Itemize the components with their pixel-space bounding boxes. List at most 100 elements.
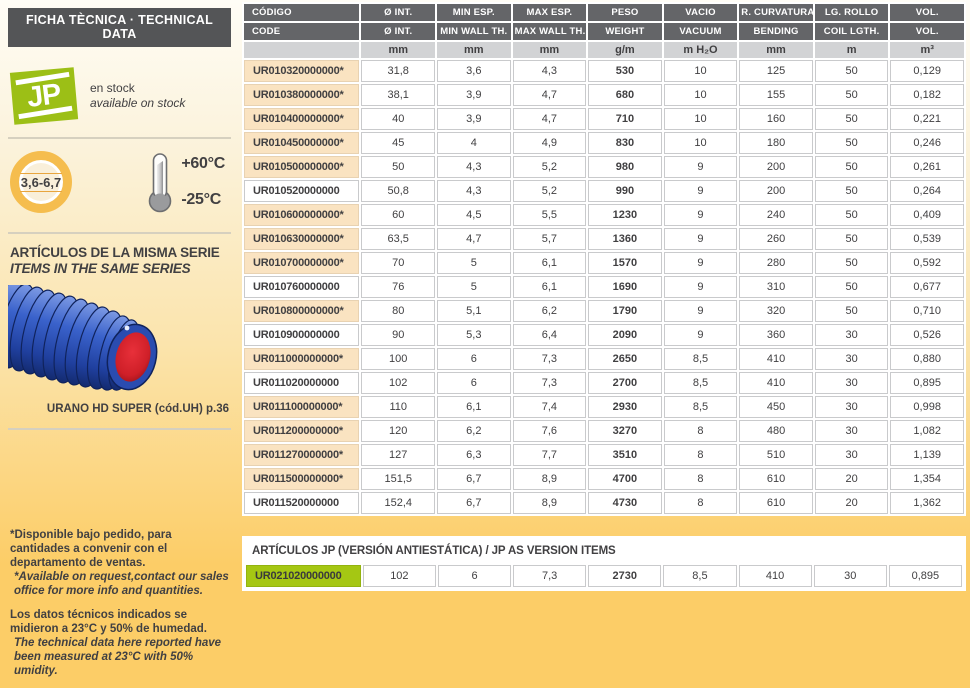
code-cell: UR010450000000*: [244, 132, 359, 154]
as-version-table: UR02102000000010267,327308,5410300,895: [244, 563, 964, 589]
table-row: UR010630000000*63,54,75,713609260500,539: [244, 228, 964, 250]
column-header: VOL.: [890, 4, 964, 21]
value-cell: 6: [438, 565, 511, 587]
table-row: UR011100000000*1106,17,429308,5450300,99…: [244, 396, 964, 418]
value-cell: 30: [815, 396, 889, 418]
column-header: VACUUM: [664, 23, 738, 40]
thermometer-icon: [147, 151, 173, 213]
value-cell: 5,2: [513, 180, 587, 202]
stock-row: JP en stock available on stock: [12, 70, 231, 122]
value-cell: 8: [664, 444, 738, 466]
value-cell: 50: [815, 252, 889, 274]
footnote-availability-en: *Available on request,contact our sales …: [10, 570, 231, 598]
value-cell: 2090: [588, 324, 662, 346]
value-cell: 990: [588, 180, 662, 202]
value-cell: 4,5: [437, 204, 511, 226]
code-cell: UR010630000000*: [244, 228, 359, 250]
value-cell: 280: [739, 252, 813, 274]
value-cell: 30: [815, 444, 889, 466]
value-cell: 680: [588, 84, 662, 106]
value-cell: 6,1: [513, 252, 587, 274]
footnote-conditions-es: Los datos técnicos indicados se midieron…: [10, 608, 231, 636]
divider: [8, 232, 231, 234]
code-cell: UR011000000000*: [244, 348, 359, 370]
value-cell: 0,880: [890, 348, 964, 370]
value-cell: 102: [361, 372, 435, 394]
table-row: UR02102000000010267,327308,5410300,895: [246, 565, 962, 587]
value-cell: 9: [664, 252, 738, 274]
value-cell: 1570: [588, 252, 662, 274]
code-cell: UR011500000000*: [244, 468, 359, 490]
value-cell: 6,4: [513, 324, 587, 346]
table-row: UR011000000000*10067,326508,5410300,880: [244, 348, 964, 370]
value-cell: 50: [361, 156, 435, 178]
code-cell: UR010520000000: [244, 180, 359, 202]
value-cell: 30: [815, 372, 889, 394]
code-cell: UR011100000000*: [244, 396, 359, 418]
column-header: BENDING: [739, 23, 813, 40]
value-cell: 4,3: [437, 180, 511, 202]
content: CÓDIGOØ INT.MIN ESP.MAX ESP.PESOVACIOR. …: [240, 0, 970, 688]
value-cell: 7,6: [513, 420, 587, 442]
value-cell: 50: [815, 276, 889, 298]
value-cell: 4,7: [437, 228, 511, 250]
value-cell: 0,221: [890, 108, 964, 130]
value-cell: 4,3: [513, 60, 587, 82]
sidebar: FICHA TÈCNICA · TECHNICAL DATA JP en sto…: [0, 0, 240, 688]
jp-logo-text: JP: [26, 80, 63, 113]
value-cell: 151,5: [361, 468, 435, 490]
value-cell: 0,526: [890, 324, 964, 346]
value-cell: 830: [588, 132, 662, 154]
table-row: UR010700000000*7056,115709280500,592: [244, 252, 964, 274]
code-cell: UR011200000000*: [244, 420, 359, 442]
value-cell: 3,9: [437, 84, 511, 106]
header-row: mmmmmmg/mm H₂Ommmm³: [244, 42, 964, 58]
column-header: VOL.: [890, 23, 964, 40]
specs-row: 3,6-6,7 +60°C -25°C: [8, 139, 231, 219]
value-cell: 63,5: [361, 228, 435, 250]
value-cell: 1360: [588, 228, 662, 250]
footnote-conditions-en: The technical data here reported have be…: [10, 636, 231, 678]
value-cell: 4: [437, 132, 511, 154]
value-cell: 50: [815, 180, 889, 202]
value-cell: 5,1: [437, 300, 511, 322]
value-cell: 7,3: [513, 372, 587, 394]
value-cell: 260: [739, 228, 813, 250]
temp-min: -25°C: [181, 191, 225, 209]
value-cell: 100: [361, 348, 435, 370]
wall-thickness-range: 3,6-6,7: [20, 173, 62, 192]
value-cell: 50: [815, 84, 889, 106]
value-cell: 2930: [588, 396, 662, 418]
code-cell: UR010760000000: [244, 276, 359, 298]
value-cell: 0,182: [890, 84, 964, 106]
value-cell: 8,9: [513, 492, 587, 514]
value-cell: 20: [815, 468, 889, 490]
value-cell: 9: [664, 156, 738, 178]
temperature-range: +60°C -25°C: [147, 151, 227, 213]
value-cell: 6,1: [437, 396, 511, 418]
unit-cell: mm: [437, 42, 511, 58]
value-cell: 0,261: [890, 156, 964, 178]
technical-data-panel: CÓDIGOØ INT.MIN ESP.MAX ESP.PESOVACIOR. …: [242, 2, 966, 516]
value-cell: 8,5: [664, 396, 738, 418]
table-row: UR011520000000152,46,78,947308610201,362: [244, 492, 964, 514]
value-cell: 7,3: [513, 565, 586, 587]
value-cell: 4,3: [437, 156, 511, 178]
header-row: CODEØ INT.MIN WALL TH.MAX WALL TH.WEIGHT…: [244, 23, 964, 40]
value-cell: 4,7: [513, 84, 587, 106]
value-cell: 50,8: [361, 180, 435, 202]
value-cell: 530: [588, 60, 662, 82]
value-cell: 410: [739, 348, 813, 370]
value-cell: 8,5: [663, 565, 736, 587]
value-cell: 125: [739, 60, 813, 82]
unit-cell: g/m: [588, 42, 662, 58]
value-cell: 40: [361, 108, 435, 130]
code-cell: UR011020000000: [244, 372, 359, 394]
value-cell: 50: [815, 300, 889, 322]
value-cell: 5,3: [437, 324, 511, 346]
value-cell: 0,710: [890, 300, 964, 322]
value-cell: 360: [739, 324, 813, 346]
value-cell: 76: [361, 276, 435, 298]
value-cell: 1,082: [890, 420, 964, 442]
value-cell: 50: [815, 132, 889, 154]
